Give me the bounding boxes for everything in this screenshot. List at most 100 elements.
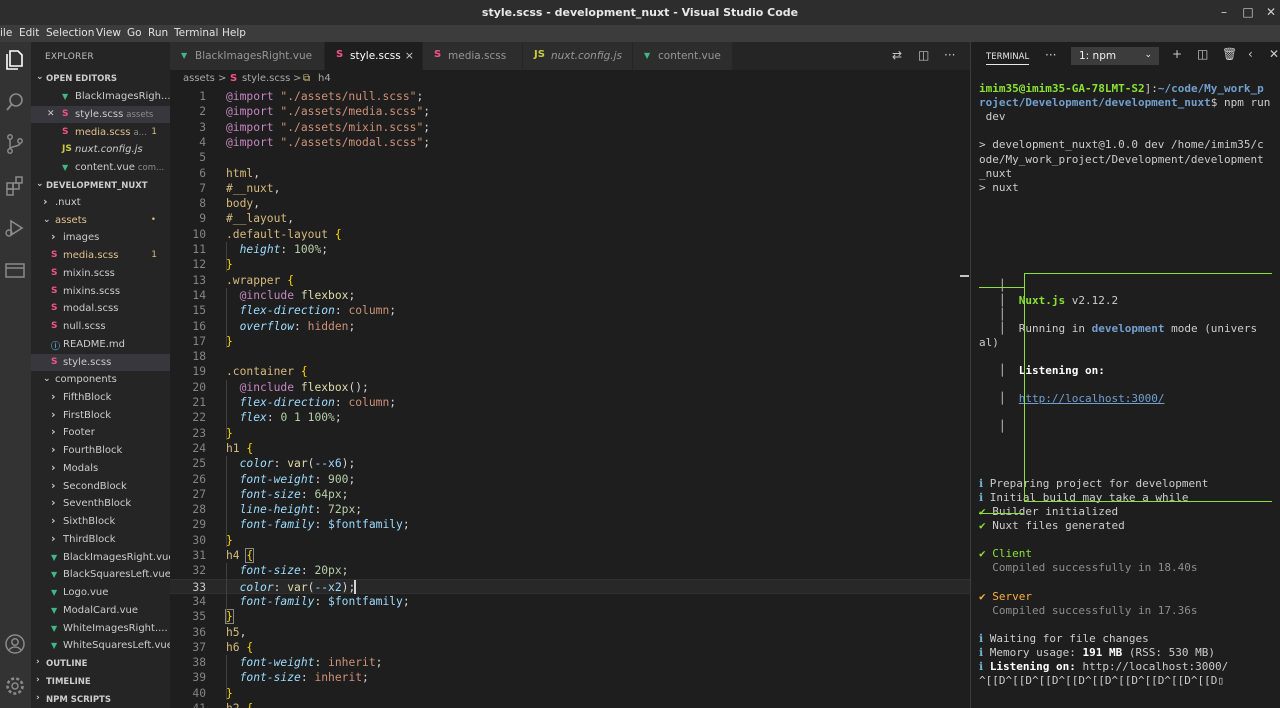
open-editors-section[interactable]: ⌄ OPEN EDITORS bbox=[31, 70, 170, 88]
file-tree-item[interactable]: ▼ Logo.vue bbox=[31, 584, 170, 602]
more-views-icon[interactable]: ··· bbox=[1045, 48, 1056, 62]
tab-blackimagesright-vue[interactable]: ▼ BlackImagesRight.vue bbox=[170, 42, 325, 70]
split-editor-icon[interactable]: ◫ bbox=[918, 48, 929, 62]
line-number: 38 bbox=[192, 656, 206, 670]
menu-help[interactable]: Help bbox=[222, 27, 246, 39]
breadcrumb-symbol[interactable]: h4 bbox=[318, 73, 331, 84]
maximize-icon[interactable]: □ bbox=[1240, 4, 1256, 20]
close-panel-icon[interactable]: ✕ bbox=[1269, 47, 1279, 61]
tab-nuxt-config-js[interactable]: JS nuxt.config.js bbox=[523, 42, 633, 70]
vue-file-icon: ▼ bbox=[181, 51, 188, 60]
tab-close-icon[interactable]: × bbox=[405, 49, 414, 62]
file-tree-item[interactable]: ▼ WhiteSquaresLeft.vue bbox=[31, 637, 170, 655]
code-line: 21 flex-direction: column; bbox=[170, 395, 970, 410]
file-tree-item[interactable]: › SecondBlock bbox=[31, 478, 170, 496]
chevron-down-icon: ⌄ bbox=[43, 214, 51, 225]
settings-gear-icon[interactable] bbox=[0, 672, 31, 700]
file-tree-item[interactable]: › ThirdBlock bbox=[31, 531, 170, 549]
tab-media-scss[interactable]: Smedia.scss bbox=[423, 42, 523, 70]
extensions-icon[interactable] bbox=[0, 172, 31, 200]
open-editor-item[interactable]: ▼ BlackImagesRigh... bbox=[31, 88, 170, 106]
file-tree-item[interactable]: › images bbox=[31, 229, 170, 247]
project-section[interactable]: ⌄ DEVELOPMENT_NUXT bbox=[31, 177, 170, 195]
new-terminal-icon[interactable]: + bbox=[1172, 47, 1182, 61]
file-tree-item[interactable]: › Footer bbox=[31, 424, 170, 442]
menu-terminal[interactable]: Terminal bbox=[174, 27, 218, 39]
account-icon[interactable] bbox=[0, 630, 31, 658]
menu-run[interactable]: Run bbox=[148, 27, 168, 39]
panel-resize-handle[interactable] bbox=[960, 275, 969, 277]
terminal-select[interactable]: 1: npm ⌄ bbox=[1071, 47, 1159, 65]
file-tree-item[interactable]: › .nuxt bbox=[31, 194, 170, 212]
terminal-line: _nuxt bbox=[979, 166, 1013, 180]
file-tree-label: media.scss bbox=[63, 250, 119, 262]
breadcrumb-file[interactable]: style.scss bbox=[242, 73, 290, 84]
file-tree-item[interactable]: Smixins.scss bbox=[31, 283, 170, 301]
terminal-line: dev bbox=[979, 110, 1006, 124]
split-terminal-icon[interactable]: ◫ bbox=[1197, 47, 1208, 61]
file-tree-item[interactable]: ▼ WhiteImagesRight.... bbox=[31, 620, 170, 638]
file-tree-item[interactable]: ⌄ components bbox=[31, 371, 170, 389]
source-control-icon[interactable] bbox=[0, 130, 31, 158]
file-tree-item[interactable]: ▼ BlackSquaresLeft.vue bbox=[31, 566, 170, 584]
tab-content-vue[interactable]: ▼ content.vue bbox=[633, 42, 733, 70]
file-tree-item[interactable]: Sstyle.scss bbox=[31, 353, 170, 372]
file-tree-item[interactable]: Smodal.scss bbox=[31, 300, 170, 318]
code-editor[interactable]: 1 @import "./assets/null.scss"; 2 @import "… bbox=[170, 88, 970, 708]
timeline-section[interactable]: › TIMELINE bbox=[31, 673, 170, 691]
open-editor-item[interactable]: ▼ content.vue com... bbox=[31, 159, 170, 177]
open-changes-icon[interactable]: ⇄ bbox=[892, 48, 902, 62]
line-number: 11 bbox=[192, 243, 206, 256]
chevron-left-icon[interactable]: ‹ bbox=[1248, 47, 1253, 61]
tab-style-scss[interactable]: Sstyle.scss × bbox=[325, 42, 423, 70]
line-number: 4 bbox=[199, 135, 206, 149]
file-tree-item[interactable]: › FifthBlock bbox=[31, 389, 170, 407]
editor-tab-bar: ▼ BlackImagesRight.vue Sstyle.scss × Smedia.… bbox=[170, 42, 970, 70]
problem-count-badge: 1 bbox=[151, 126, 157, 137]
menu-edit[interactable]: Edit bbox=[19, 27, 39, 39]
menu-view[interactable]: View bbox=[96, 27, 121, 39]
terminal-header: TERMINAL ··· 1: npm ⌄ + ◫ 🗑 ‹ ✕ bbox=[971, 42, 1280, 70]
open-editor-item[interactable]: ✕ Sstyle.scss assets bbox=[31, 105, 170, 124]
close-window-icon[interactable]: ✕ bbox=[1263, 4, 1279, 20]
file-tree-item[interactable]: ⌄ assets • bbox=[31, 212, 170, 230]
terminal-line: ode/My_work_project/Development/developm… bbox=[979, 152, 1264, 166]
outline-section[interactable]: › OUTLINE bbox=[31, 655, 170, 673]
explorer-icon[interactable] bbox=[0, 46, 31, 74]
file-tree-item[interactable]: › Modals bbox=[31, 460, 170, 478]
close-icon[interactable]: ✕ bbox=[47, 109, 55, 119]
file-tree-item[interactable]: › FirstBlock bbox=[31, 407, 170, 425]
file-tree-item[interactable]: Snull.scss bbox=[31, 318, 170, 336]
tab-terminal[interactable]: TERMINAL bbox=[986, 52, 1030, 65]
file-tree-item[interactable]: › FourthBlock bbox=[31, 442, 170, 460]
open-editor-item[interactable]: Smedia.scss a... 1 bbox=[31, 124, 170, 142]
menu-selection[interactable]: Selection bbox=[46, 27, 94, 39]
file-tree-item[interactable]: › SixthBlock bbox=[31, 513, 170, 531]
terminal-line: ✔ Server bbox=[979, 589, 1032, 603]
code-line: 24 h1 { bbox=[170, 441, 970, 456]
kill-terminal-icon[interactable]: 🗑 bbox=[1222, 47, 1237, 61]
file-tree-item[interactable]: ▼ BlackImagesRight.vue bbox=[31, 549, 170, 567]
sass-file-icon: S bbox=[230, 73, 238, 84]
minimize-icon[interactable]: – bbox=[1216, 4, 1232, 20]
line-number: 21 bbox=[192, 396, 206, 409]
menu-file[interactable]: ile bbox=[0, 27, 12, 39]
npm-scripts-section[interactable]: › NPM SCRIPTS bbox=[31, 691, 170, 708]
file-tree-item[interactable]: › SeventhBlock bbox=[31, 495, 170, 513]
chevron-down-icon: ⌄ bbox=[36, 179, 44, 189]
file-tree-item[interactable]: Smedia.scss 1 bbox=[31, 247, 170, 265]
line-number: 19 bbox=[192, 365, 206, 379]
code-line: 4 @import "./assets/modal.scss"; bbox=[170, 135, 970, 150]
open-editor-item[interactable]: JS nuxt.config.js bbox=[31, 141, 170, 159]
file-tree-item[interactable]: ▼ ModalCard.vue bbox=[31, 602, 170, 620]
file-tree-item[interactable]: Smixin.scss bbox=[31, 265, 170, 283]
remote-explorer-icon[interactable] bbox=[0, 256, 31, 284]
menu-go[interactable]: Go bbox=[127, 27, 142, 39]
file-tree-item[interactable]: ⓘ README.md bbox=[31, 336, 170, 354]
terminal-output[interactable]: imim35@imim35-GA-78LMT-S2]:~/code/My_wor… bbox=[979, 82, 1279, 708]
indent-guide bbox=[226, 242, 227, 272]
search-icon[interactable] bbox=[0, 88, 31, 116]
run-debug-icon[interactable] bbox=[0, 214, 31, 242]
breadcrumb-folder[interactable]: assets bbox=[183, 73, 215, 84]
more-actions-icon[interactable]: ··· bbox=[944, 48, 955, 62]
